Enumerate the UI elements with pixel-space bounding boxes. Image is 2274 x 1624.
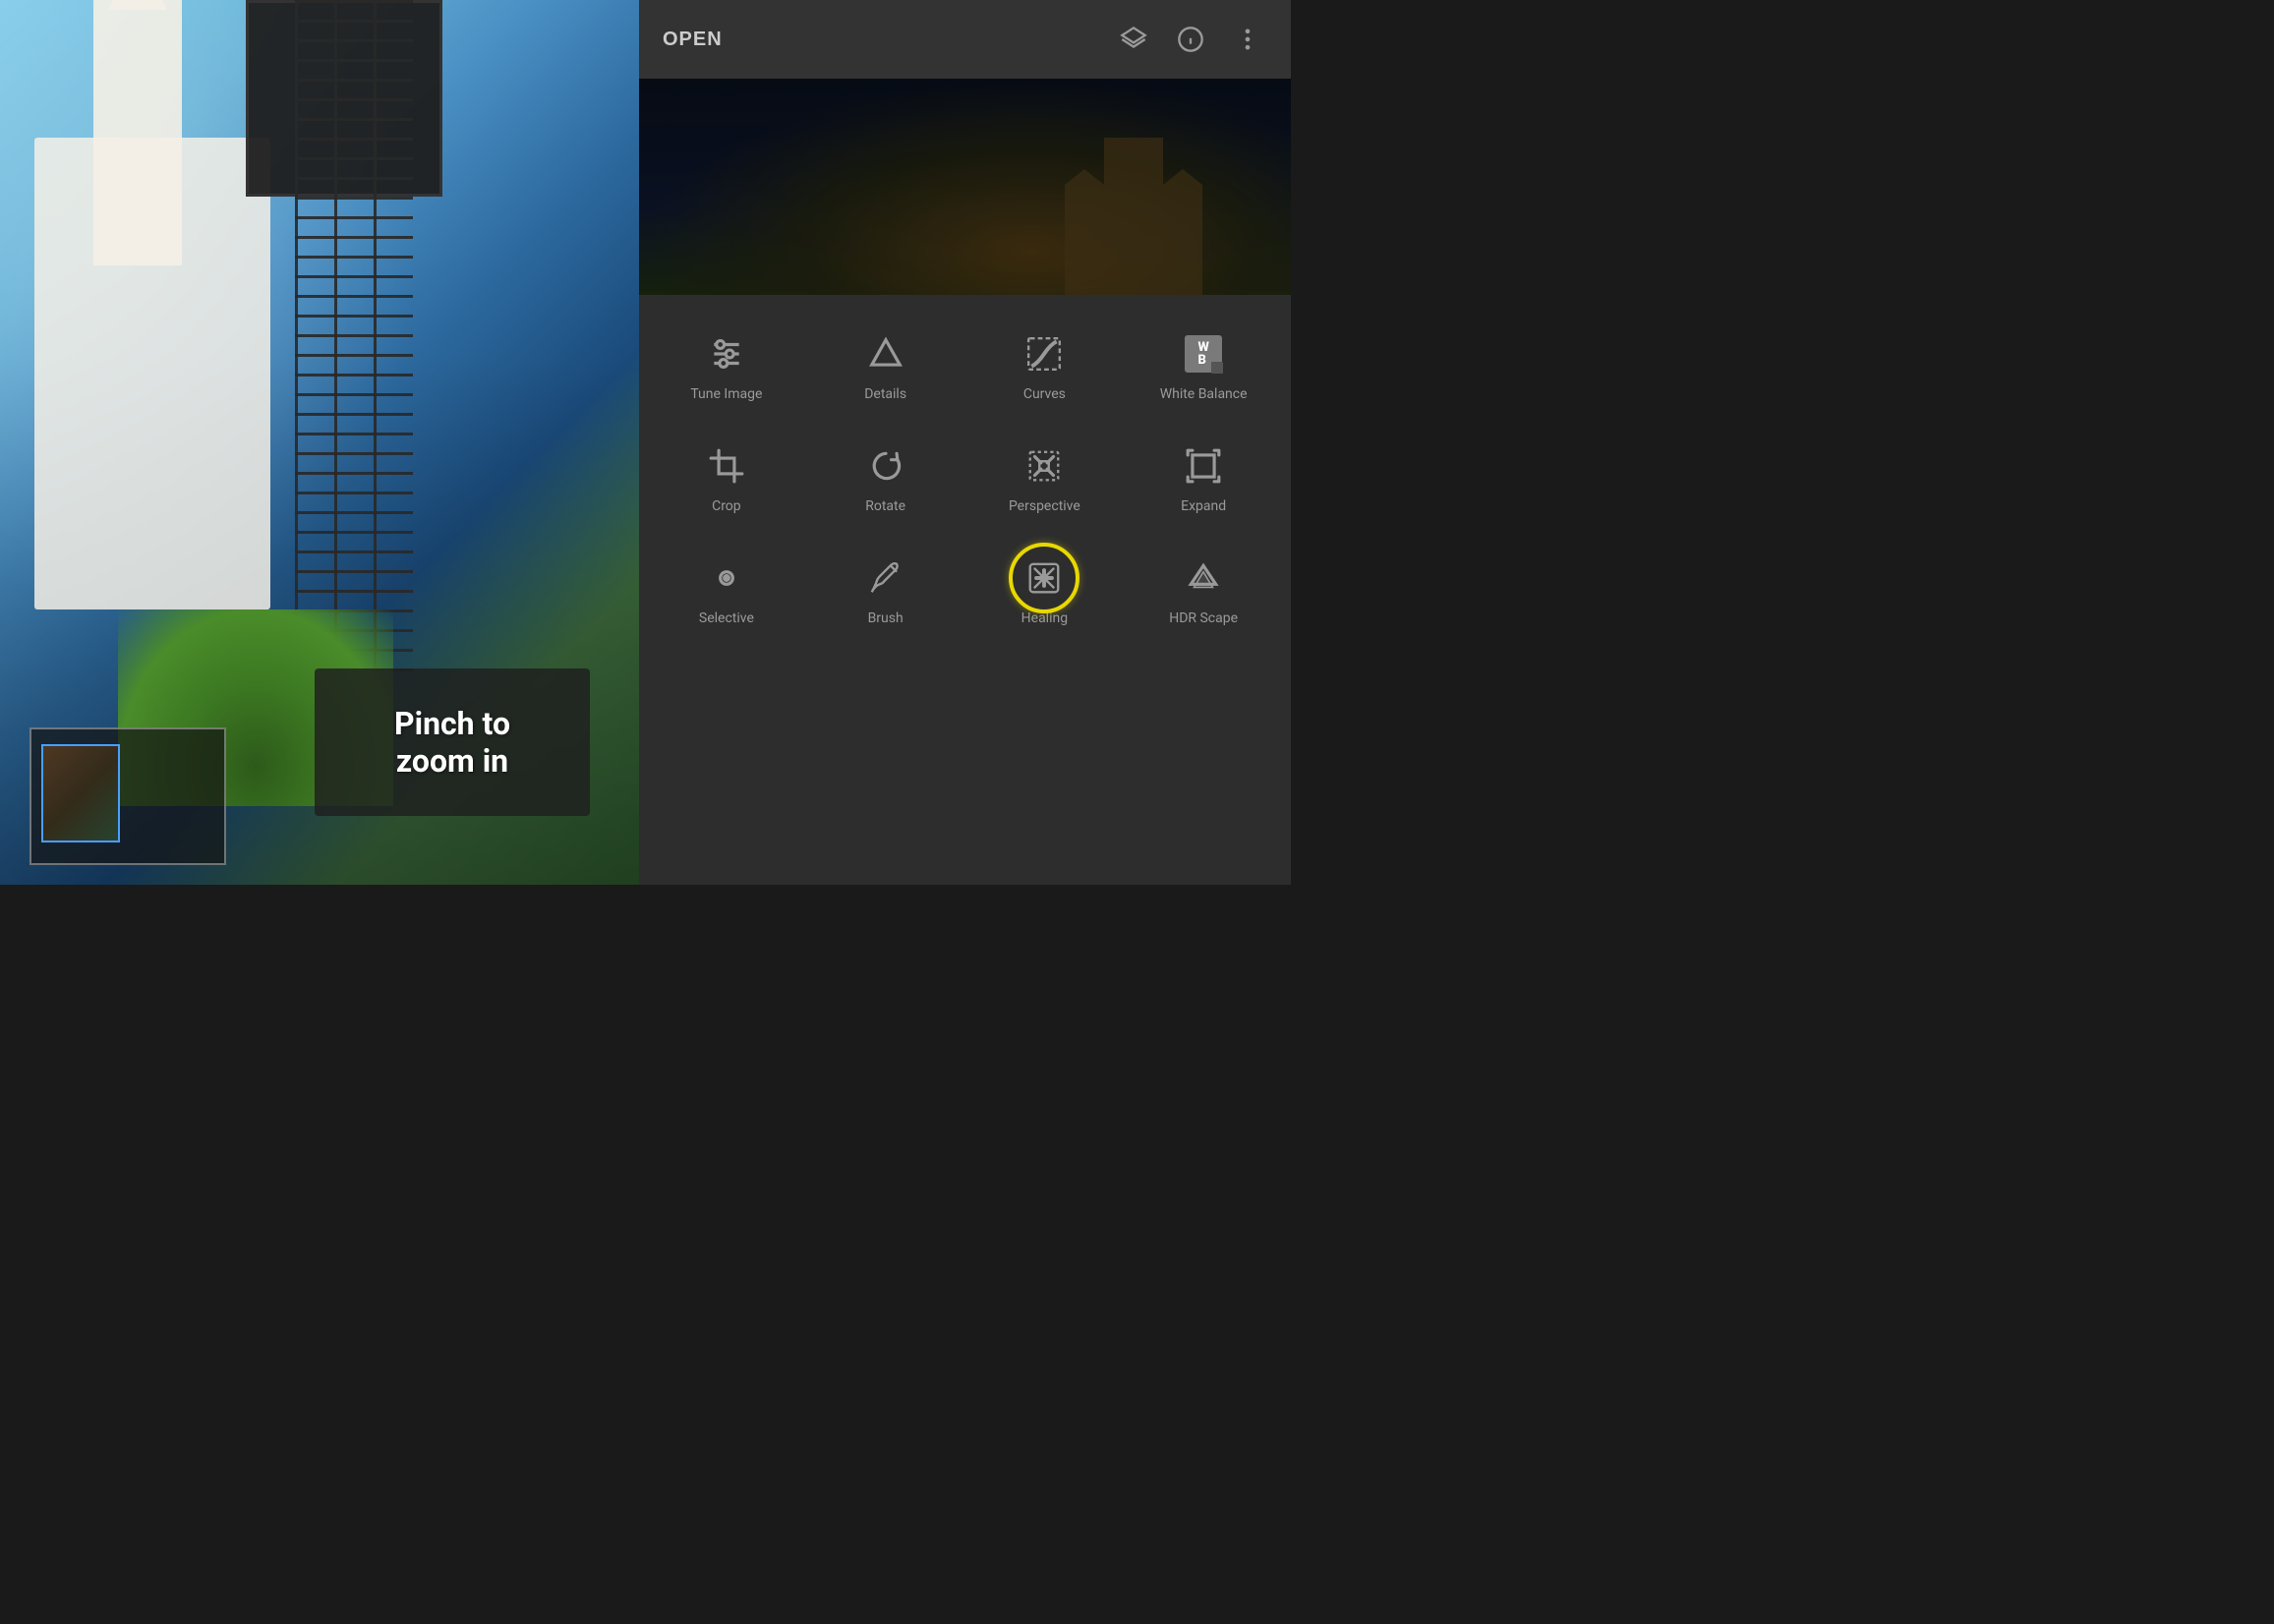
wb-icon-container: WB: [1180, 330, 1227, 377]
crop-icon: [703, 442, 750, 490]
wb-icon: WB: [1185, 335, 1222, 373]
zoom-hint-text: Pinch to zoom in: [394, 705, 510, 781]
church-tower: [93, 0, 182, 265]
curves-label: Curves: [1023, 385, 1066, 403]
tool-perspective[interactable]: Perspective: [965, 423, 1125, 535]
tool-selective[interactable]: Selective: [647, 535, 806, 647]
selective-label: Selective: [699, 609, 754, 627]
rotate-label: Rotate: [865, 497, 905, 515]
hdr-icon: [1180, 554, 1227, 602]
top-bar-icons: [1114, 20, 1267, 59]
tool-tune-image[interactable]: Tune Image: [647, 311, 806, 423]
expand-icon: [1180, 442, 1227, 490]
healing-icon: [1025, 559, 1063, 597]
perspective-label: Perspective: [1009, 497, 1080, 515]
main-photo: Pinch to zoom in: [0, 0, 639, 885]
tool-expand[interactable]: Expand: [1124, 423, 1283, 535]
layers-icon: [1120, 26, 1147, 53]
tools-section: Tune Image Details Cu: [639, 295, 1291, 885]
preview-image-area: [639, 79, 1291, 295]
thumbnail-preview: [29, 727, 226, 865]
brush-label: Brush: [868, 609, 904, 627]
zoom-hint-overlay: Pinch to zoom in: [315, 668, 590, 816]
thumbnail-content: [43, 746, 118, 841]
tool-white-balance[interactable]: WB White Balance: [1124, 311, 1283, 423]
more-options-icon: [1234, 26, 1261, 53]
expand-label: Expand: [1181, 497, 1226, 515]
more-options-icon-btn[interactable]: [1228, 20, 1267, 59]
curves-icon: [1020, 330, 1068, 377]
info-icon-btn[interactable]: [1171, 20, 1210, 59]
details-icon: [862, 330, 909, 377]
photo-panel: Pinch to zoom in: [0, 0, 639, 885]
tool-details[interactable]: Details: [806, 311, 965, 423]
editor-panel: OPEN: [639, 0, 1291, 885]
crop-label: Crop: [712, 497, 741, 515]
details-label: Details: [864, 385, 906, 403]
top-bar: OPEN: [639, 0, 1291, 79]
tool-crop[interactable]: Crop: [647, 423, 806, 535]
tool-hdr-scape[interactable]: HDR Scape: [1124, 535, 1283, 647]
hdr-scape-label: HDR Scape: [1169, 609, 1238, 627]
tool-curves[interactable]: Curves: [965, 311, 1125, 423]
tool-healing[interactable]: Healing: [965, 535, 1125, 647]
open-button[interactable]: OPEN: [663, 29, 723, 51]
rotate-icon: [862, 442, 909, 490]
tool-brush[interactable]: Brush: [806, 535, 965, 647]
thumbnail-viewport: [41, 744, 120, 842]
selective-icon: [703, 554, 750, 602]
tune-icon: [703, 330, 750, 377]
tune-image-label: Tune Image: [690, 385, 762, 403]
tools-grid: Tune Image Details Cu: [647, 311, 1283, 648]
tool-rotate[interactable]: Rotate: [806, 423, 965, 535]
scaffold: [295, 0, 413, 688]
perspective-icon: [1020, 442, 1068, 490]
white-balance-label: White Balance: [1160, 385, 1248, 403]
brush-icon: [862, 554, 909, 602]
healing-icon-container: [1020, 554, 1068, 602]
church-steeple: [108, 0, 167, 10]
layers-icon-btn[interactable]: [1114, 20, 1153, 59]
info-icon: [1177, 26, 1204, 53]
